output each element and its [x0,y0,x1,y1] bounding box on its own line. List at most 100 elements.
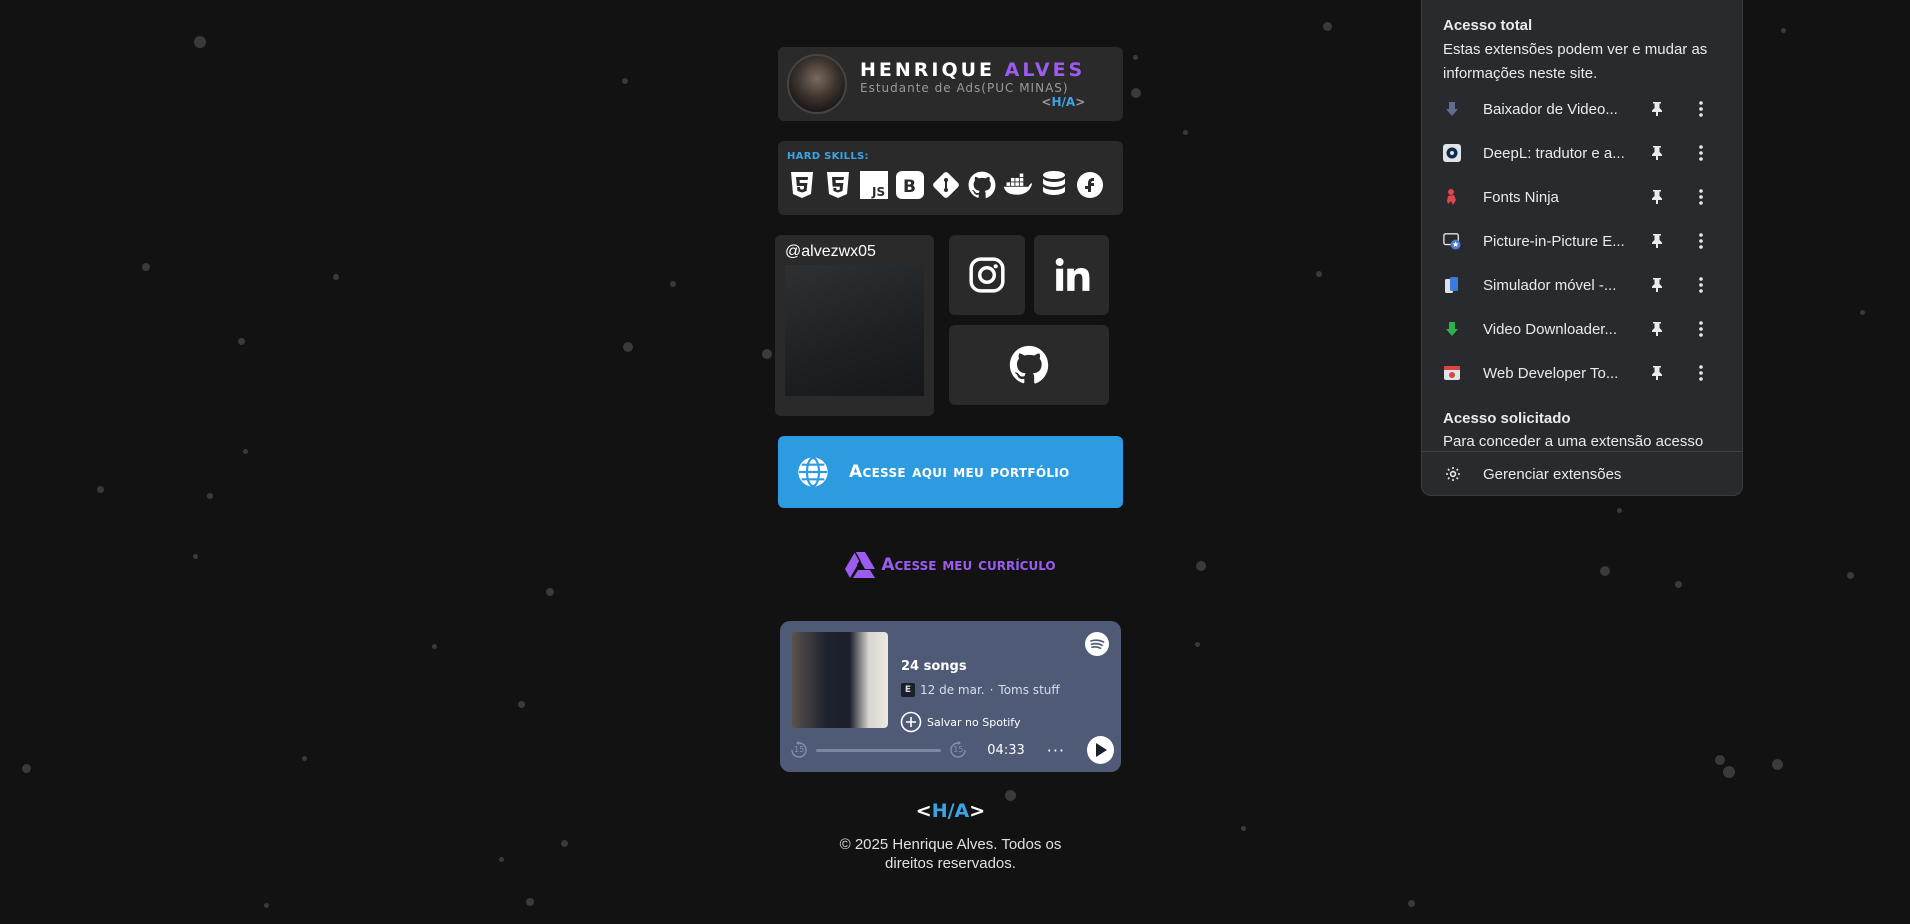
profile-subtitle: Estudante de Ads(PUC MINAS) [860,80,1069,95]
requested-access-description: Para conceder a uma extensão acesso [1443,433,1704,450]
copyright-text: © 2025 Henrique Alves. Todos os direitos… [839,836,1062,872]
portfolio-button[interactable]: Acesse aqui meu portfólio [778,436,1123,508]
play-button[interactable] [1087,736,1114,764]
track-date: 12 de mar. [920,683,985,697]
avatar [787,54,847,114]
svg-text:JS: JS [871,185,885,199]
hard-skills-card: HARD SKILLS: JS B [778,141,1123,215]
docker-icon [1003,170,1033,200]
manage-extensions-button[interactable]: Gerenciar extensões [1422,452,1742,496]
first-name: HENRIQUE [860,58,996,81]
deepl-icon [1443,144,1461,162]
profile-logo: <H/A> [1041,94,1086,109]
requested-access-heading: Acesso solicitado [1443,410,1571,427]
kebab-menu-icon[interactable] [1692,189,1710,205]
extension-name: Baixador de Video... [1483,100,1618,118]
profile-name: HENRIQUE ALVES [860,58,1086,81]
pin-icon[interactable] [1648,366,1666,380]
globe-icon [798,456,828,488]
extension-item[interactable]: Fonts Ninja [1422,175,1742,219]
extension-item[interactable]: DeepL: tradutor e a... [1422,131,1742,175]
play-icon [1095,743,1107,757]
extension-item[interactable]: Simulador móvel -... [1422,263,1742,307]
meta-separator: · [989,683,994,697]
instagram-preview-image[interactable] [785,265,924,396]
instagram-button[interactable] [949,235,1025,315]
time-remaining: 04:33 [987,742,1025,758]
curriculum-link[interactable]: Acesse meu currículo [778,548,1123,582]
footer-logo: <H/A> [915,800,986,822]
extension-name: Web Developer To... [1483,364,1619,382]
full-access-heading: Acesso total [1443,17,1533,34]
javascript-icon: JS [859,170,889,200]
github-icon [1009,345,1049,384]
linkedin-button[interactable] [1034,235,1109,315]
linkedin-icon [1055,258,1089,291]
pin-icon[interactable] [1648,190,1666,204]
css3-icon [823,170,853,200]
extension-item[interactable]: Video Downloader... [1422,307,1742,351]
more-options-icon[interactable]: ··· [1047,741,1065,760]
kebab-menu-icon[interactable] [1692,277,1710,293]
pin-icon[interactable] [1648,278,1666,292]
explicit-badge: E [901,683,915,697]
extensions-menu: Acesso total Estas extensões podem ver e… [1421,0,1743,496]
extension-name: Video Downloader... [1483,320,1617,338]
last-name: ALVES [1004,58,1086,81]
svg-text:B: B [903,177,916,197]
database-icon [1039,170,1069,200]
fonts-ninja-icon [1443,188,1461,206]
bootstrap-icon: B [895,170,925,200]
extension-name: Simulador móvel -... [1483,276,1617,294]
save-to-spotify-button[interactable]: Salvar no Spotify [900,711,1021,733]
progress-bar[interactable] [816,748,942,752]
github-button[interactable] [949,325,1109,405]
git-icon [931,170,961,200]
extension-item[interactable]: Baixador de Video... [1422,87,1742,131]
fedora-icon [1075,170,1105,200]
download-arrow-icon [1443,100,1461,118]
pin-icon[interactable] [1648,146,1666,160]
kebab-menu-icon[interactable] [1692,321,1710,337]
instagram-handle[interactable]: @alvezwx05 [785,243,924,261]
portfolio-label: Acesse aqui meu portfólio [849,462,1070,482]
pin-icon[interactable] [1648,102,1666,116]
spotify-player: 24 songs E 12 de mar. · Toms stuff Salva… [780,621,1121,772]
save-label: Salvar no Spotify [927,715,1021,729]
kebab-menu-icon[interactable] [1692,233,1710,249]
skip-forward-icon[interactable]: 15 [949,741,967,759]
extensions-list[interactable]: Acesso total Estas extensões podem ver e… [1422,0,1742,451]
instagram-icon [969,257,1005,293]
full-access-description: Estas extensões podem ver e mudar as inf… [1443,41,1708,82]
extension-name: Picture-in-Picture E... [1483,232,1625,250]
html5-icon [787,170,817,200]
github-skill-icon [967,170,997,200]
pin-icon[interactable] [1648,322,1666,336]
manage-extensions-label: Gerenciar extensões [1483,465,1622,483]
kebab-menu-icon[interactable] [1692,101,1710,117]
gear-icon [1445,466,1461,482]
album-cover[interactable] [792,632,888,728]
curriculum-label: Acesse meu currículo [881,555,1056,575]
skills-title: HARD SKILLS: [787,151,869,162]
add-circle-icon [900,711,922,733]
track-meta: E 12 de mar. · Toms stuff [901,683,1060,697]
extension-name: Fonts Ninja [1483,188,1559,206]
video-downloader-icon [1443,320,1461,338]
mobile-simulator-icon [1443,276,1461,294]
playlist-title[interactable]: 24 songs [901,659,967,674]
extension-item[interactable]: Web Developer To... [1422,351,1742,395]
profile-card: HENRIQUE ALVES Estudante de Ads(PUC MINA… [778,47,1123,121]
extension-name: DeepL: tradutor e a... [1483,144,1625,162]
kebab-menu-icon[interactable] [1692,365,1710,381]
kebab-menu-icon[interactable] [1692,145,1710,161]
instagram-preview-card[interactable]: @alvezwx05 [775,235,934,416]
spotify-logo-icon[interactable] [1085,632,1109,660]
pin-icon[interactable] [1648,234,1666,248]
track-artist[interactable]: Toms stuff [998,683,1059,697]
web-developer-icon [1443,364,1461,382]
pip-icon [1443,232,1461,250]
google-drive-icon [845,551,876,578]
extension-item[interactable]: Picture-in-Picture E... [1422,219,1742,263]
skip-back-icon[interactable]: 15 [790,741,808,759]
